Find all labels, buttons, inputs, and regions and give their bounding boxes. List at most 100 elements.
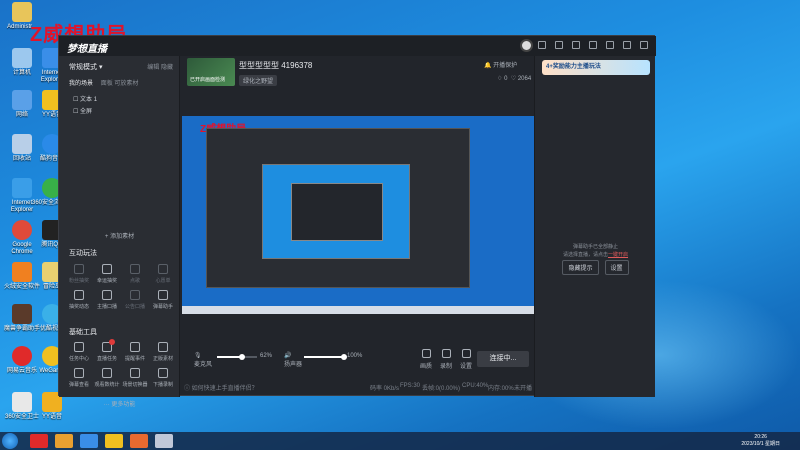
desktop-icon-label: 网络 bbox=[15, 112, 28, 118]
scene-switcher-button[interactable]: 场景切换器 bbox=[121, 368, 149, 388]
mic-volume-slider[interactable] bbox=[217, 354, 257, 360]
edit-button[interactable]: 编辑 bbox=[147, 65, 159, 71]
speaker-control[interactable]: 🔊 扬声器 bbox=[284, 352, 302, 368]
licensed-material-button[interactable]: 正版素材 bbox=[149, 342, 177, 362]
taskbar-wegame[interactable] bbox=[105, 434, 123, 448]
close-icon[interactable] bbox=[640, 41, 648, 49]
danmaku-helper-button[interactable]: 弹幕助手 bbox=[149, 290, 177, 310]
start-button[interactable] bbox=[2, 433, 18, 449]
live-protection-toggle[interactable]: 🔔 开播保护 bbox=[484, 60, 517, 69]
start-live-button[interactable]: 连接中... bbox=[477, 351, 529, 367]
mic-volume-knob[interactable] bbox=[238, 354, 245, 360]
status-bar: ⓘ 如何快速上手直播伴侣？ 码率 0Kb/s FPS:30 丢帧:0(0.00%… bbox=[180, 379, 534, 397]
fans-count: 2064 bbox=[517, 76, 532, 82]
taskbar-netease-music[interactable] bbox=[30, 434, 48, 448]
reminder-button[interactable]: 提醒事件 bbox=[121, 342, 149, 362]
host-broadcast-button[interactable]: 主播口播 bbox=[93, 290, 121, 310]
like-icon: ♢ bbox=[497, 76, 503, 82]
mode-selector[interactable]: 常规模式 ▾ bbox=[69, 62, 102, 72]
danmaku-view-button[interactable]: 弹幕查看 bbox=[65, 368, 93, 388]
music-icon bbox=[130, 264, 140, 274]
source-item[interactable]: ☐ 文本 1 bbox=[73, 94, 97, 103]
preview-nested-window-2 bbox=[291, 183, 383, 241]
help-link-label: 如何快速上手直播伴侣？ bbox=[191, 386, 258, 392]
app-logo: 梦想直播 bbox=[67, 44, 107, 55]
more-features-button[interactable]: ··· 更多功能 bbox=[59, 399, 180, 408]
desktop-icon-label: YY语音 bbox=[41, 414, 62, 420]
user-avatar[interactable] bbox=[520, 39, 533, 52]
stream-preview[interactable]: Z威想助局 bbox=[182, 116, 534, 314]
viewer-stats-button[interactable]: 观看数统计 bbox=[93, 368, 121, 388]
gear-icon bbox=[461, 349, 471, 358]
room-title[interactable]: 型型型型型 4196378 bbox=[239, 60, 312, 71]
effects-label: 画质 bbox=[419, 364, 432, 370]
fan-lottery-button[interactable]: 粉丝抽奖 bbox=[65, 264, 93, 284]
live-status: 未开播 bbox=[514, 386, 533, 392]
promo-banner[interactable]: 4+奖励能力主播玩法 bbox=[542, 60, 650, 75]
memory-status: 内存:00% bbox=[488, 386, 514, 392]
wish-list-button[interactable]: 心愿单 bbox=[149, 264, 177, 284]
minimize-icon[interactable] bbox=[606, 41, 614, 49]
grid-label: 场景切换器 bbox=[122, 382, 148, 388]
streaming-app-window: 梦想直播 常规模式 ▾ 编辑 隐藏 我的场景 面板 可放素材 ☐ 文本 1 ☐ … bbox=[58, 35, 656, 408]
lottery-feed-button[interactable]: 抽奖动态 bbox=[65, 290, 93, 310]
taskbar-clock[interactable]: 20:26 2023/10/1 星期日 bbox=[741, 434, 780, 448]
window-controls bbox=[538, 41, 648, 49]
record-label: 录制 bbox=[439, 364, 452, 370]
skin-icon[interactable] bbox=[589, 41, 597, 49]
grid-label: 下播录制 bbox=[152, 382, 173, 388]
gift-icon[interactable] bbox=[572, 41, 580, 49]
download-icon bbox=[158, 342, 168, 352]
help-link[interactable]: ⓘ 如何快速上手直播伴侣？ bbox=[184, 383, 258, 392]
live-task-button[interactable]: 直播任务 bbox=[93, 339, 121, 362]
room-cover-thumbnail[interactable]: 已开启画面检测 bbox=[187, 58, 235, 86]
enable-all-link[interactable]: 一键开启 bbox=[608, 252, 628, 258]
taskbar-app-2[interactable] bbox=[130, 434, 148, 448]
scene-tabs: 我的场景 面板 可放素材 bbox=[69, 78, 138, 87]
tab-panel[interactable]: 面板 bbox=[101, 81, 113, 87]
add-source-button[interactable]: + 添加素材 bbox=[59, 231, 180, 240]
taskbar-app-3[interactable] bbox=[155, 434, 173, 448]
danmaku-icon bbox=[74, 368, 84, 378]
notice-icon bbox=[130, 290, 140, 300]
shield-icon bbox=[102, 264, 112, 274]
task-center-button[interactable]: 任务中心 bbox=[65, 342, 93, 362]
hide-button[interactable]: 隐藏 bbox=[161, 65, 173, 71]
taskbar-chrome[interactable] bbox=[55, 434, 73, 448]
maximize-icon[interactable] bbox=[623, 41, 631, 49]
task-icon bbox=[74, 342, 84, 352]
danmaku-settings-button[interactable]: 设置 bbox=[604, 260, 629, 275]
speaker-volume-value: 100% bbox=[347, 353, 363, 359]
tab-materials[interactable]: 可放素材 bbox=[114, 81, 138, 87]
grid-label: 抽奖动态 bbox=[68, 304, 89, 310]
record-after-live-button[interactable]: 下播录制 bbox=[149, 368, 177, 388]
tab-my-scenes[interactable]: 我的场景 bbox=[69, 81, 93, 87]
grid-label: 公告口播 bbox=[124, 304, 145, 310]
settings-button[interactable]: 设置 bbox=[454, 349, 478, 370]
speaker-volume-slider[interactable] bbox=[304, 354, 347, 360]
taskbar-app[interactable] bbox=[80, 434, 98, 448]
headset-icon[interactable] bbox=[555, 41, 563, 49]
chat-icon bbox=[102, 290, 112, 300]
notice-broadcast-button[interactable]: 公告口播 bbox=[121, 290, 149, 310]
lucky-lottery-button[interactable]: 幸运抽奖 bbox=[93, 264, 121, 284]
tips-line-2-text: 请选择直播，请点击 bbox=[562, 252, 608, 258]
hide-tips-button[interactable]: 隐藏提示 bbox=[562, 260, 599, 275]
grid-label: 点歌 bbox=[129, 278, 140, 284]
switch-icon bbox=[130, 368, 140, 378]
room-category[interactable]: 绿化之野望 bbox=[239, 75, 278, 86]
speaker-volume-fill bbox=[304, 356, 344, 358]
tips-line-2: 请选择直播，请点击一键开启 bbox=[535, 251, 656, 259]
download-icon bbox=[74, 290, 84, 300]
song-request-button[interactable]: 点歌 bbox=[121, 264, 149, 284]
likes-count: 0 bbox=[504, 76, 508, 82]
user-icon bbox=[158, 264, 168, 274]
message-icon[interactable] bbox=[538, 41, 546, 49]
interactive-section-title: 互动玩法 bbox=[69, 250, 97, 257]
right-panel: 4+奖励能力主播玩法 弹幕助手已全部静止 请选择直播，请点击一键开启 隐藏提示 … bbox=[534, 56, 655, 397]
grid-label: 任务中心 bbox=[68, 356, 89, 362]
mic-control[interactable]: 🎙 麦克风 bbox=[194, 352, 212, 368]
source-item[interactable]: ☐ 全屏 bbox=[73, 106, 92, 115]
source-label: 文本 1 bbox=[80, 97, 98, 103]
effects-icon bbox=[421, 349, 431, 358]
